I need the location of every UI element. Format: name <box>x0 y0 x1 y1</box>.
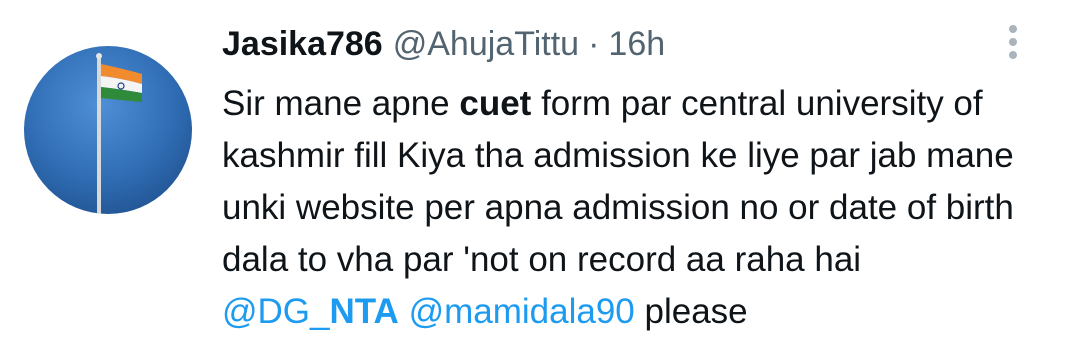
mention-mamidala90[interactable]: @mamidala90 <box>409 292 635 331</box>
tweet-text: Sir mane apne cuet form par central univ… <box>222 78 1042 338</box>
mention-bold-part: NTA <box>329 292 399 331</box>
tweet-text-part: Sir mane apne <box>222 84 460 123</box>
tweet-header: Jasika786 @AhujaTittu · 16h <box>222 22 665 66</box>
tweet-text-part: please <box>634 292 748 331</box>
more-options-button[interactable] <box>996 20 1030 64</box>
tweet-text-space <box>399 292 409 331</box>
mention-prefix: @DG_ <box>222 292 330 331</box>
tweet-text-bold: cuet <box>459 84 532 123</box>
separator-dot: · <box>588 25 600 63</box>
mention-dg-nta[interactable]: @DG_NTA <box>222 292 399 331</box>
tweet[interactable]: Jasika786 @AhujaTittu · 16h Sir mane apn… <box>0 0 1065 358</box>
flagpole-avatar-image <box>24 46 192 214</box>
timestamp[interactable]: 16h <box>608 22 665 66</box>
more-vertical-icon <box>1009 25 1017 59</box>
display-name[interactable]: Jasika786 <box>222 22 383 66</box>
avatar[interactable] <box>24 46 192 214</box>
user-handle[interactable]: @AhujaTittu <box>393 22 579 66</box>
